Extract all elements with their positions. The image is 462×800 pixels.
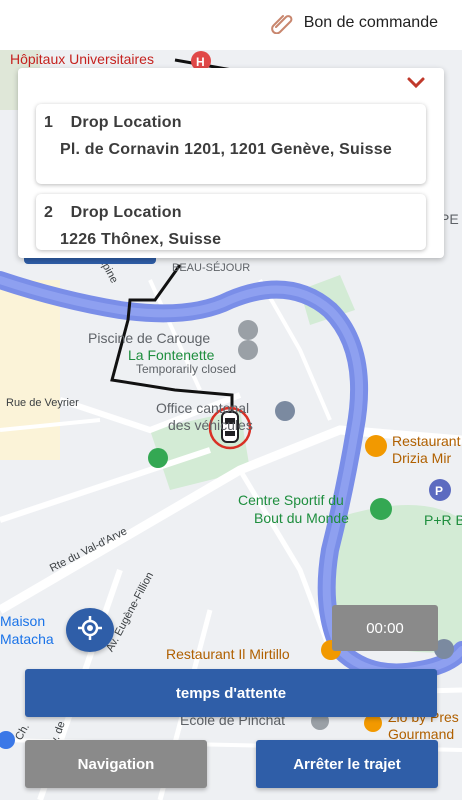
drop-location-title: Drop Location xyxy=(70,204,182,221)
map-label-centre-sportif-2: Bout du Monde xyxy=(254,510,349,526)
navigation-button[interactable]: Navigation xyxy=(25,740,207,788)
stop-trip-button[interactable]: Arrêter le trajet xyxy=(256,740,438,788)
my-location-button[interactable] xyxy=(66,608,114,652)
chevron-down-icon[interactable] xyxy=(406,76,426,95)
drop-location-card-1[interactable]: 1 Drop Location Pl. de Cornavin 1201, 12… xyxy=(36,104,426,184)
map-label-hospitals: Hôpitaux Universitaires xyxy=(10,51,154,67)
map-label-maison-1: Maison xyxy=(0,613,46,629)
drop-location-heading: 1 Drop Location xyxy=(44,114,416,132)
drop-location-index: 2 xyxy=(44,204,54,221)
map-label-pr: P+R B xyxy=(424,512,462,528)
svg-text:P: P xyxy=(435,484,443,498)
drop-location-heading: 2 Drop Location xyxy=(44,204,416,222)
drop-locations-panel: 1 Drop Location Pl. de Cornavin 1201, 12… xyxy=(18,68,444,258)
crosshair-icon xyxy=(77,615,103,646)
map-label-rue-veyrier: Rue de Veyrier xyxy=(6,397,79,409)
map-label-office-2: des véhicules xyxy=(168,417,253,433)
map-label-mirtillo: Restaurant Il Mirtillo xyxy=(166,646,290,662)
map-label-centre-sportif-1: Centre Sportif du xyxy=(238,492,344,508)
purchase-order-link[interactable]: Bon de commande xyxy=(270,12,438,34)
drop-location-title: Drop Location xyxy=(70,114,182,131)
drop-location-card-2[interactable]: 2 Drop Location 1226 Thônex, Suisse xyxy=(36,194,426,250)
map-label-restaurant-drizia-2: Drizia Mir xyxy=(392,450,452,466)
drop-location-address: 1226 Thônex, Suisse xyxy=(60,231,222,248)
map-label-temp-closed: Temporarily closed xyxy=(136,362,237,376)
paperclip-icon xyxy=(270,12,296,34)
svg-text:H: H xyxy=(196,55,205,69)
waiting-time-button[interactable]: temps d'attente xyxy=(25,669,437,717)
waiting-timer: 00:00 xyxy=(332,605,438,651)
drop-location-index: 1 xyxy=(44,114,54,131)
map-label-beau-sejour: BEAU-SÉJOUR xyxy=(172,262,251,274)
drop-location-address: Pl. de Cornavin 1201, 1201 Genève, Suiss… xyxy=(60,141,392,158)
map-label-maison-2: Matacha xyxy=(0,631,54,647)
map-label-restaurant-drizia-1: Restaurant xyxy=(392,433,461,449)
purchase-order-label: Bon de commande xyxy=(303,14,438,31)
top-bar: Bon de commande xyxy=(0,0,462,50)
map-label-office-1: Office cantonal xyxy=(156,400,250,416)
map-label-piscine: Piscine de Carouge xyxy=(88,330,211,346)
